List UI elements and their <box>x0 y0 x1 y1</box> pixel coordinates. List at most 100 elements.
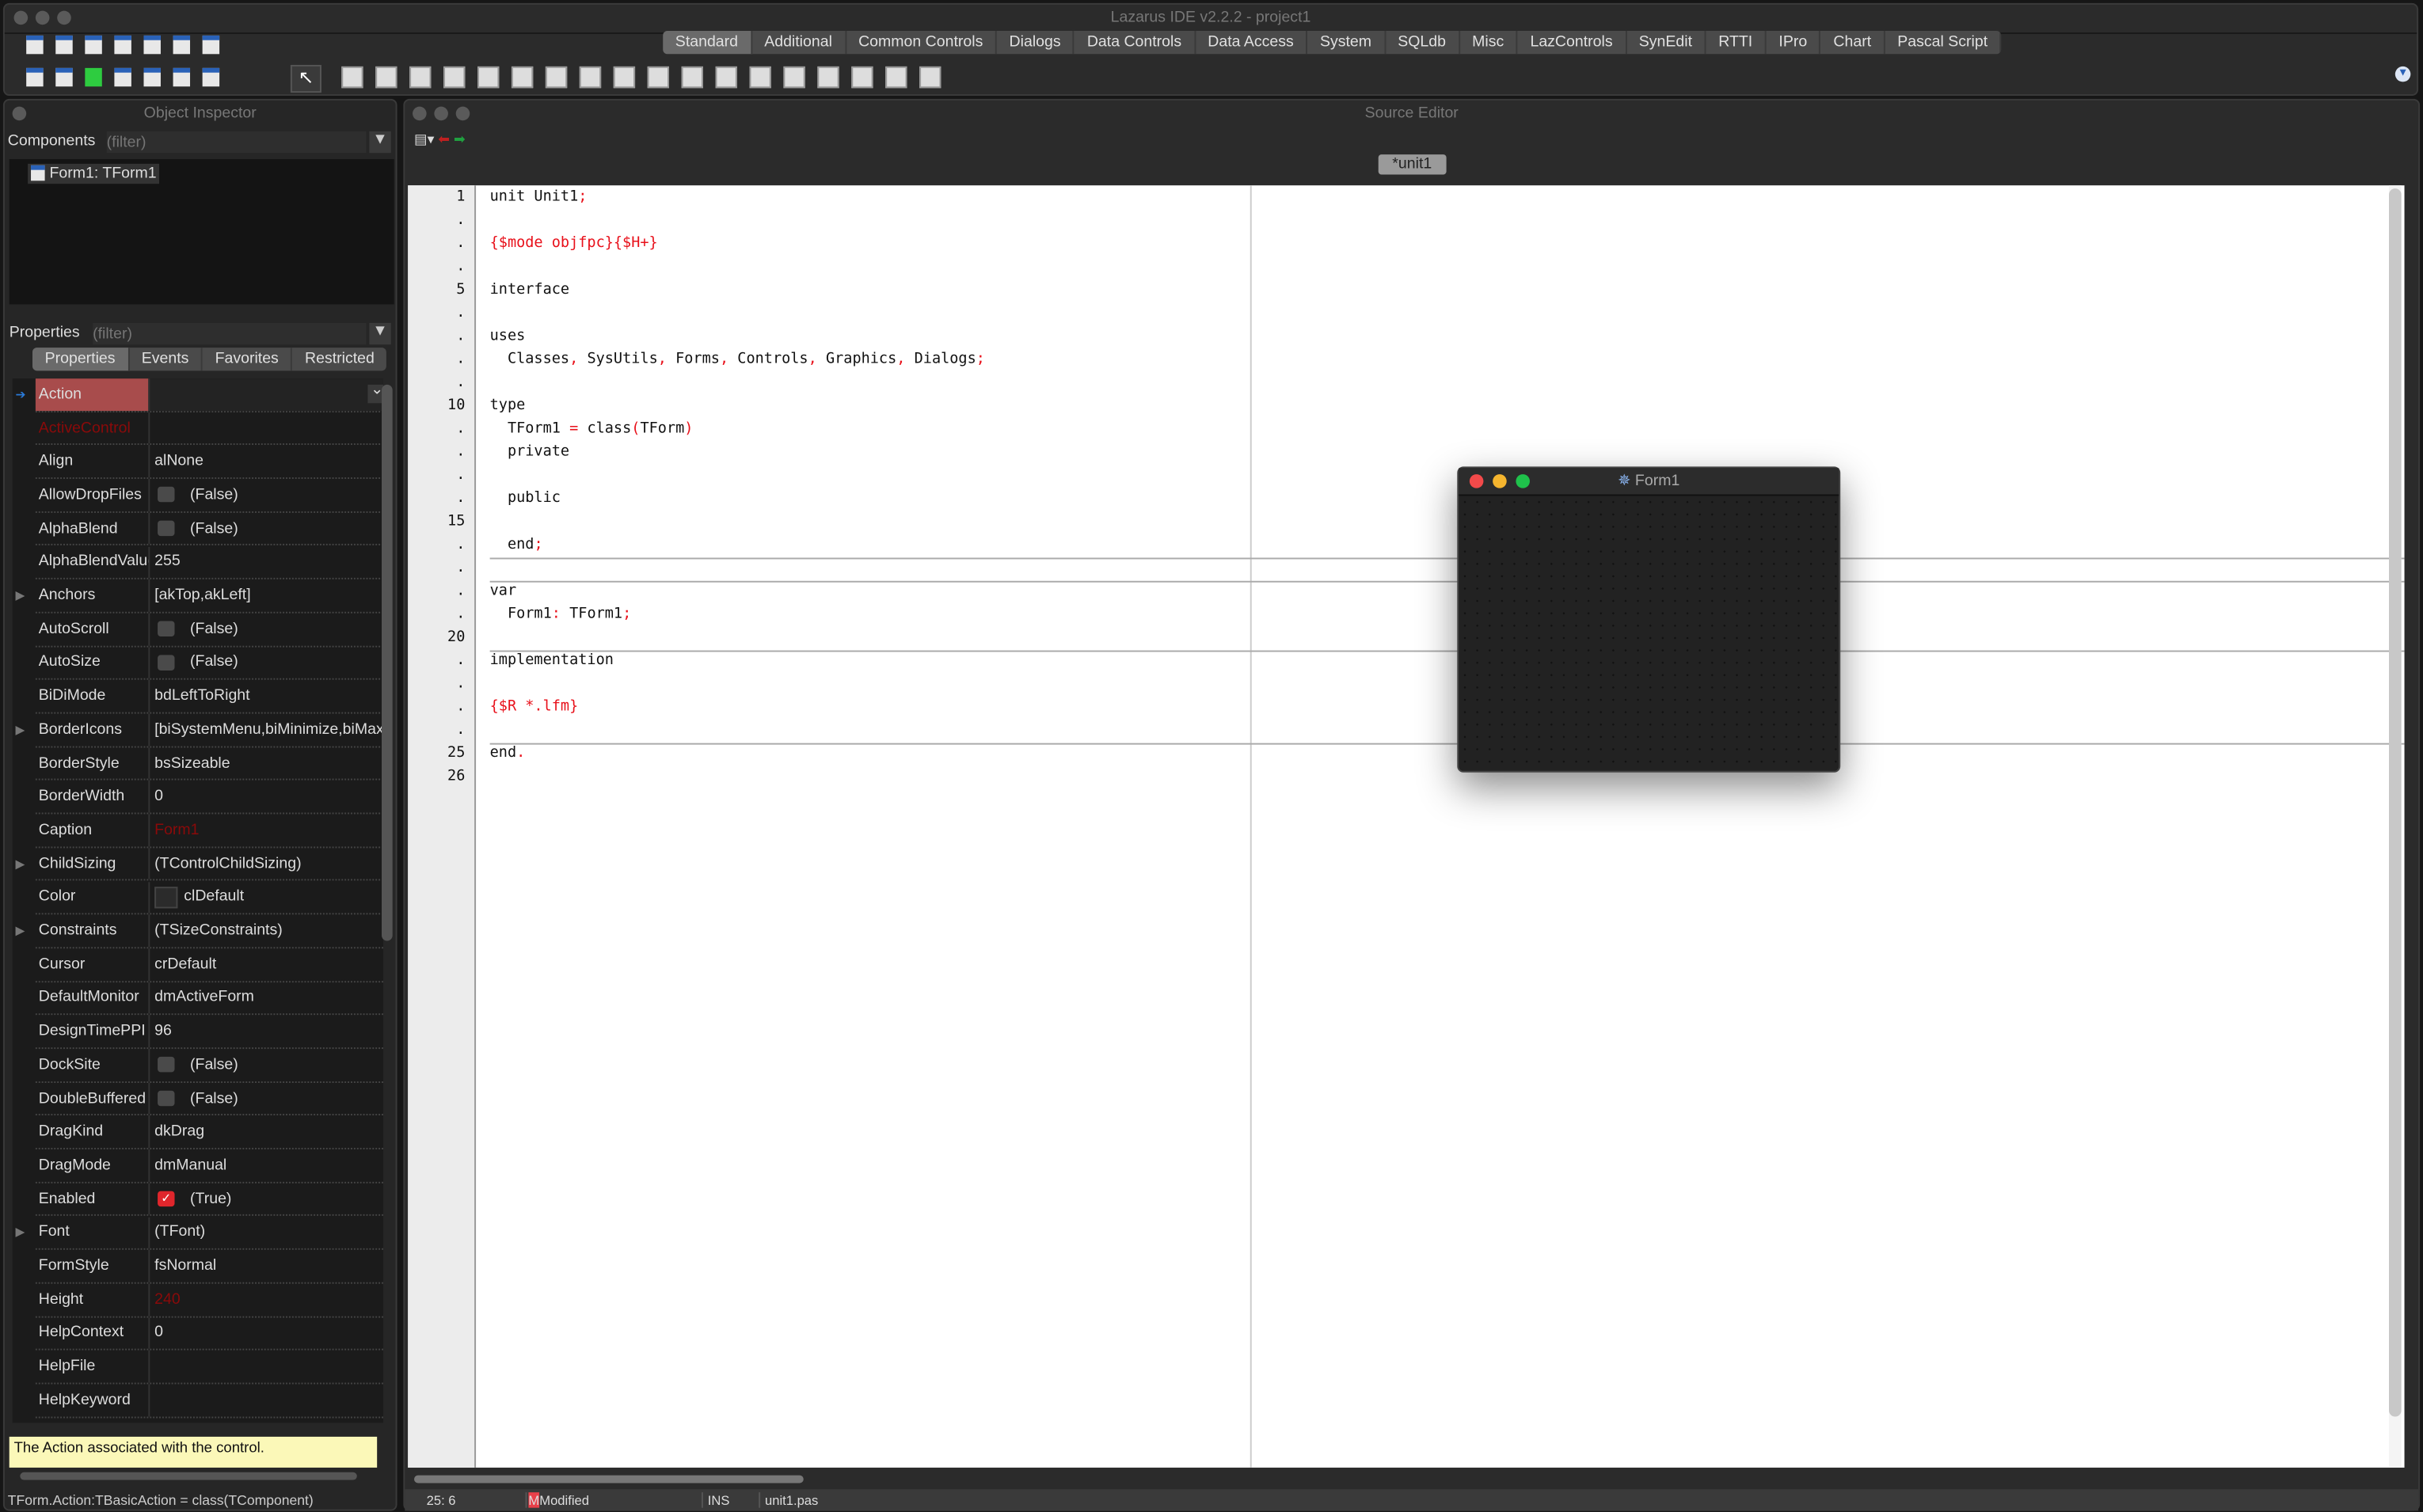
palette-tab[interactable]: Common Controls <box>846 31 997 55</box>
property-row[interactable]: ▶ BorderIcons [biSystemMenu,biMinimize,biM… <box>16 713 383 747</box>
property-value[interactable]: Form1 <box>148 814 383 846</box>
tbutton-icon[interactable] <box>409 66 432 89</box>
property-row[interactable]: Caption Form1 <box>35 814 383 848</box>
property-value[interactable]: bdLeftToRight <box>148 680 383 712</box>
property-row[interactable]: AutoScroll (False) <box>35 613 383 647</box>
checkbox[interactable] <box>158 1090 175 1107</box>
editor-horizontal-scrollbar[interactable] <box>414 1475 804 1484</box>
run-icon[interactable] <box>85 67 102 87</box>
code-line[interactable]: implementation <box>490 649 614 672</box>
property-value[interactable]: (False) <box>148 1049 383 1081</box>
checkbox[interactable]: ✓ <box>158 1191 175 1207</box>
palette-tab[interactable]: Data Controls <box>1075 31 1196 55</box>
palette-tab[interactable]: Pascal Script <box>1885 31 2002 55</box>
tcheckgroup-icon[interactable] <box>817 66 839 89</box>
property-row[interactable]: Align alNone <box>35 445 383 480</box>
palette-tab[interactable]: IPro <box>1767 31 1821 55</box>
property-row[interactable]: DragKind dkDrag <box>35 1115 383 1150</box>
tscrollbar-icon[interactable] <box>715 66 737 89</box>
save-icon[interactable] <box>114 35 131 55</box>
view-forms-icon[interactable] <box>202 35 220 55</box>
property-row[interactable]: Enabled ✓ (True) <box>35 1183 383 1217</box>
checkbox[interactable] <box>158 520 175 537</box>
tedit-icon[interactable] <box>477 66 500 89</box>
property-row[interactable]: DesignTimePPI 96 <box>35 1015 383 1050</box>
property-row[interactable]: Cursor crDefault <box>35 948 383 982</box>
code-line[interactable]: TForm1 = class(TForm) <box>490 417 694 440</box>
ttogglebox-icon[interactable] <box>545 66 568 89</box>
tcombobox-icon[interactable] <box>681 66 703 89</box>
step-over-icon[interactable] <box>202 67 220 87</box>
palette-tab[interactable]: Misc <box>1460 31 1518 55</box>
property-value[interactable]: (False) <box>148 1082 383 1115</box>
tactionlist-icon[interactable] <box>919 66 941 89</box>
code-line[interactable]: Form1: TForm1; <box>490 602 631 625</box>
property-row[interactable]: ▶ Font (TFont) <box>16 1216 383 1251</box>
properties-filter-icon[interactable]: ▼ <box>369 322 391 345</box>
tab-unit1[interactable]: *unit1 <box>1378 154 1446 175</box>
code-line[interactable]: {$mode objfpc}{$H+} <box>490 232 658 255</box>
property-value[interactable]: 96 <box>148 1015 383 1048</box>
palette-more-icon[interactable]: ▼ <box>2394 66 2411 82</box>
inspector-tab-favorites[interactable]: Favorites <box>203 348 293 371</box>
property-row[interactable]: ▶ Anchors [akTop,akLeft] <box>16 579 383 614</box>
property-value[interactable]: [akTop,akLeft] <box>148 579 383 612</box>
code-editor[interactable]: 1... 5.... 10.... 15.... 20.... 25 26 unit Uni… <box>408 185 2405 1468</box>
tgroupbox-icon[interactable] <box>749 66 771 89</box>
selection-tool-icon[interactable]: ↖ <box>290 64 321 93</box>
property-value[interactable]: dkDrag <box>148 1115 383 1149</box>
property-value[interactable]: ✓ (True) <box>148 1183 383 1215</box>
form-design-grid[interactable] <box>1459 496 1839 771</box>
code-line[interactable]: private <box>490 440 569 463</box>
palette-tab[interactable]: SQLdb <box>1386 31 1460 55</box>
components-filter-input[interactable] <box>106 131 367 154</box>
property-row[interactable]: AllowDropFiles (False) <box>35 479 383 513</box>
property-row[interactable]: AlphaBlendValue 255 <box>35 545 383 580</box>
tmainmenu-icon[interactable] <box>341 66 363 89</box>
property-value[interactable]: fsNormal <box>148 1250 383 1282</box>
property-row[interactable]: AlphaBlend (False) <box>35 512 383 546</box>
expand-icon[interactable]: ▶ <box>16 857 25 871</box>
insert-mode[interactable]: INS <box>701 1492 729 1508</box>
property-row[interactable]: AutoSize (False) <box>35 646 383 681</box>
property-value[interactable] <box>148 1351 383 1383</box>
property-row[interactable]: ▶ Constraints (TSizeConstraints) <box>16 914 383 948</box>
forward-arrow-icon[interactable]: ➡ <box>454 131 466 147</box>
checkbox[interactable] <box>158 655 175 671</box>
property-value[interactable]: 0 <box>148 1316 383 1350</box>
hint-scrollbar[interactable] <box>20 1472 357 1480</box>
save-all-icon[interactable] <box>143 35 161 55</box>
property-value[interactable]: crDefault <box>148 948 383 981</box>
palette-tab[interactable]: Additional <box>752 31 846 55</box>
code-line[interactable]: end. <box>490 742 526 765</box>
tradiogroup-icon[interactable] <box>783 66 805 89</box>
tframe-icon[interactable] <box>885 66 907 89</box>
property-value[interactable]: 240 <box>148 1283 383 1316</box>
property-row[interactable]: DefaultMonitor dmActiveForm <box>35 982 383 1016</box>
code-line[interactable]: var <box>490 579 517 602</box>
property-row[interactable]: Height 240 <box>35 1283 383 1317</box>
property-value[interactable]: alNone <box>148 445 383 478</box>
back-arrow-icon[interactable]: ⬅ <box>438 131 450 147</box>
tmemo-icon[interactable] <box>511 66 534 89</box>
property-row[interactable]: DragMode dmManual <box>35 1149 383 1183</box>
tlabel-icon[interactable] <box>443 66 466 89</box>
code-area[interactable]: unit Unit1; {$mode objfpc}{$H+} interface u… <box>476 185 2405 1468</box>
code-line[interactable]: type <box>490 394 526 417</box>
property-value[interactable] <box>148 1384 383 1416</box>
property-row[interactable]: BorderStyle bsSizeable <box>35 747 383 781</box>
code-line[interactable]: uses <box>490 325 526 348</box>
property-value[interactable]: ⌄ <box>148 378 383 411</box>
property-value[interactable]: (False) <box>148 613 383 645</box>
code-line[interactable]: Classes, SysUtils, Forms, Controls, Grap… <box>490 348 985 370</box>
palette-tab[interactable]: Dialogs <box>997 31 1075 55</box>
inspector-tab-properties[interactable]: Properties <box>32 348 130 371</box>
palette-tab[interactable]: Chart <box>1821 31 1885 55</box>
palette-tab[interactable]: RTTI <box>1706 31 1767 55</box>
code-line[interactable]: unit Unit1; <box>490 185 588 208</box>
property-value[interactable]: dmManual <box>148 1149 383 1182</box>
palette-tab[interactable]: Data Access <box>1196 31 1308 55</box>
property-value[interactable] <box>148 412 383 444</box>
expand-icon[interactable]: ▶ <box>16 924 25 938</box>
property-row[interactable]: ➔ Action ⌄ <box>16 378 383 412</box>
